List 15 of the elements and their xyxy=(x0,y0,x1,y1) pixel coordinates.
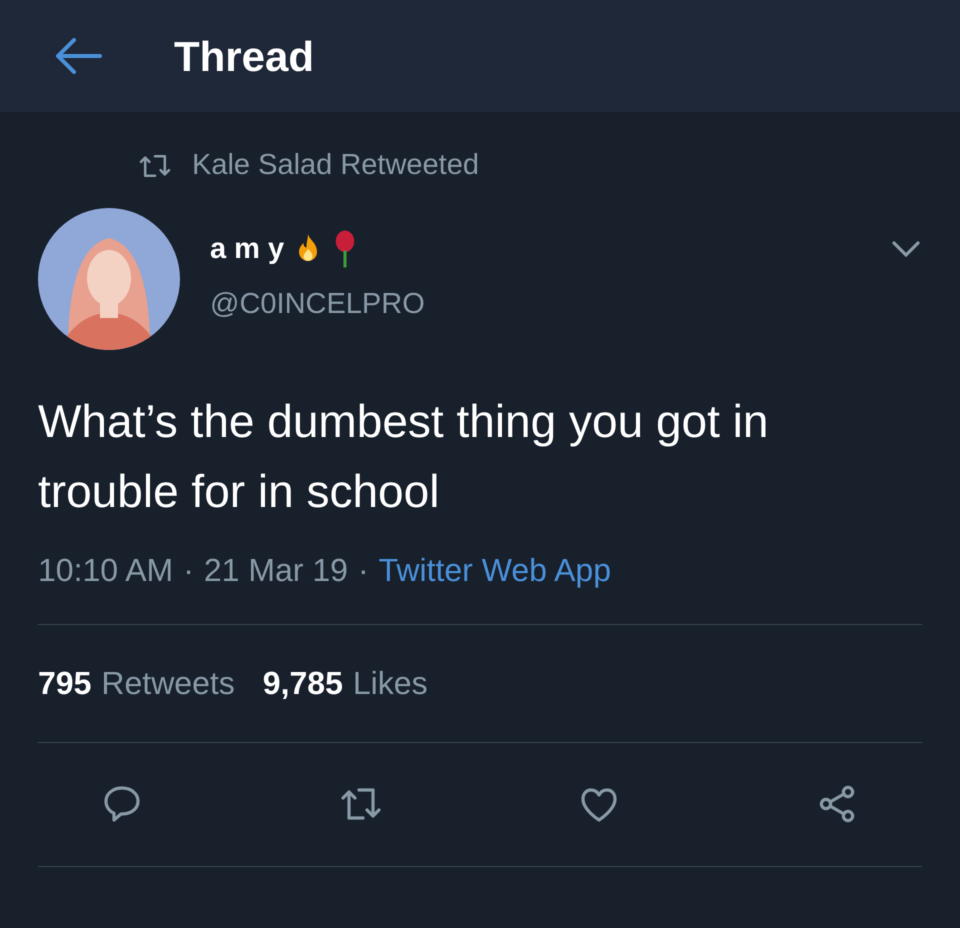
tweet-date: 21 Mar 19 xyxy=(204,550,348,590)
stat-count: 9,785 xyxy=(262,664,343,703)
separator-dot: · xyxy=(183,550,194,590)
user-handle: @C0INCELPRO xyxy=(210,287,426,322)
display-name: a m y xyxy=(210,232,284,266)
tweet-text: What’s the dumbest thing you got in trouble for in school xyxy=(38,394,770,518)
retweeted-by-text: Kale Salad Retweeted xyxy=(192,148,479,183)
stat-count: 795 xyxy=(38,664,92,703)
tweet-time: 10:10 AM xyxy=(38,550,174,590)
separator-dot: · xyxy=(358,550,369,590)
header-title: Thread xyxy=(174,32,314,82)
source-link[interactable]: Twitter Web App xyxy=(378,546,611,594)
stat-label: Likes xyxy=(352,664,428,703)
stat-label: Retweets xyxy=(101,664,235,703)
chevron-down-icon[interactable] xyxy=(890,239,922,260)
